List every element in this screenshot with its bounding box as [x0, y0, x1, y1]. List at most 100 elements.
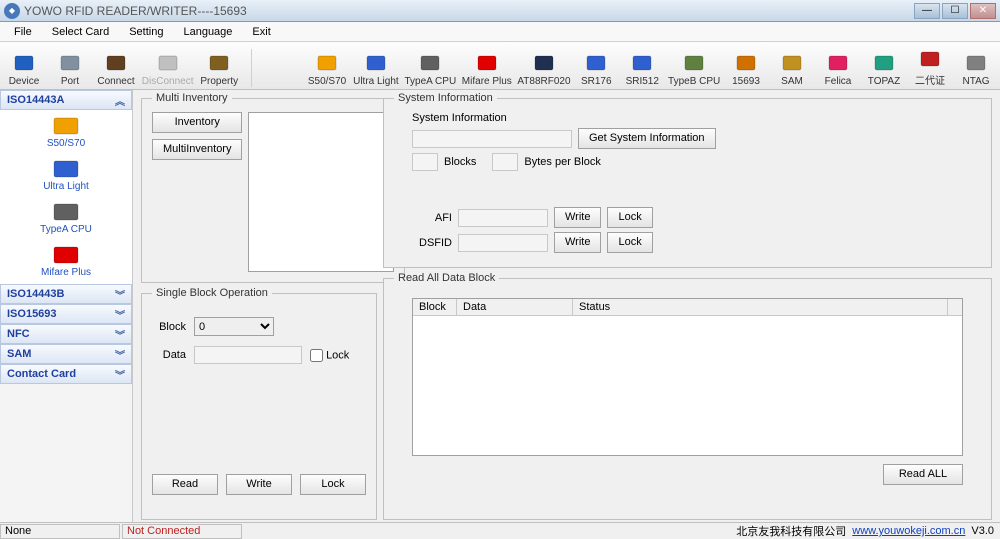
sidebar-body-iso14443a: S50/S70 Ultra Light TypeA CPU Mifare Plus: [0, 110, 132, 284]
tool-card-sam-label: SAM: [781, 76, 803, 87]
card-label: S50/S70: [47, 138, 85, 149]
tool-card--[interactable]: 二代证: [912, 49, 948, 87]
tool-card-typea-cpu[interactable]: TypeA CPU: [407, 53, 454, 87]
menu-exit[interactable]: Exit: [242, 24, 280, 40]
th-status: Status: [573, 299, 948, 315]
tool-connect-label: Connect: [97, 76, 134, 87]
block-select[interactable]: 0: [194, 317, 274, 336]
sidebar-section-title: Contact Card: [7, 368, 76, 380]
status-url[interactable]: www.youwokeji.com.cn: [852, 525, 965, 537]
tool-card-at88rf020[interactable]: AT88RF020: [520, 53, 569, 87]
minimize-button[interactable]: —: [914, 3, 940, 19]
single-block-legend: Single Block Operation: [152, 287, 272, 299]
toolbar: Device Port Connect DisConnect Property S50/S…: [0, 42, 1000, 90]
tool-card-felica[interactable]: Felica: [820, 53, 856, 87]
dsfid-write-button[interactable]: Write: [554, 232, 601, 253]
sidebar-section-iso14443a[interactable]: ISO14443A ︽: [0, 90, 132, 110]
tool-card-s50-s70-label: S50/S70: [308, 76, 346, 87]
afi-input[interactable]: [458, 209, 548, 227]
tool-card-sri512[interactable]: SRI512: [624, 53, 660, 87]
read-all-button[interactable]: Read ALL: [883, 464, 963, 485]
menu-setting[interactable]: Setting: [119, 24, 173, 40]
app-icon: ◆: [4, 3, 20, 19]
status-connection: Not Connected: [122, 524, 242, 539]
menu-file[interactable]: File: [4, 24, 42, 40]
sysinfo-label: System Information: [412, 112, 981, 124]
dsfid-lock-button[interactable]: Lock: [607, 232, 652, 253]
get-sysinfo-button[interactable]: Get System Information: [578, 128, 716, 149]
sidebar-section-contact card[interactable]: Contact Card︾: [0, 364, 132, 384]
sb-read-button[interactable]: Read: [152, 474, 218, 495]
system-info-group: System Information System Information Ge…: [383, 92, 992, 268]
tool-card-s50-s70[interactable]: S50/S70: [309, 53, 345, 87]
tool-card-ultra-light-label: Ultra Light: [353, 76, 399, 87]
tool-property-icon: [207, 53, 231, 75]
sidebar-section-title: ISO14443A: [7, 94, 64, 106]
lock-checkbox[interactable]: [310, 349, 323, 362]
inventory-button[interactable]: Inventory: [152, 112, 242, 133]
tool-card-sam[interactable]: SAM: [774, 53, 810, 87]
window-controls: — ☐ ✕: [912, 3, 996, 19]
sysinfo-field: [412, 130, 572, 148]
sidebar-section-title: ISO15693: [7, 308, 57, 320]
data-input[interactable]: [194, 346, 302, 364]
tool-card-ntag[interactable]: NTAG: [958, 53, 994, 87]
th-data: Data: [457, 299, 573, 315]
tool-card-topaz[interactable]: TOPAZ: [866, 53, 902, 87]
chevron-icon: ︾: [115, 287, 125, 302]
sidebar-section-iso14443b[interactable]: ISO14443B︾: [0, 284, 132, 304]
status-company: 北京友我科技有限公司: [736, 523, 846, 539]
tool-device[interactable]: Device: [6, 53, 42, 87]
sidebar-section-nfc[interactable]: NFC︾: [0, 324, 132, 344]
sidebar-item-s50-s70[interactable]: S50/S70: [0, 114, 132, 151]
table-header: Block Data Status: [413, 299, 962, 316]
menu-language[interactable]: Language: [173, 24, 242, 40]
menu-select-card[interactable]: Select Card: [42, 24, 119, 40]
afi-label: AFI: [412, 212, 452, 224]
tool-card-mifare-plus[interactable]: Mifare Plus: [464, 53, 510, 87]
tool-card-ultra-light[interactable]: Ultra Light: [355, 53, 397, 87]
data-block-table[interactable]: Block Data Status: [412, 298, 963, 456]
tool-card-sr176-label: SR176: [581, 76, 612, 87]
card-icon: [52, 116, 80, 136]
tool-port-icon: [58, 53, 82, 75]
sidebar-section-iso15693[interactable]: ISO15693︾: [0, 304, 132, 324]
afi-lock-button[interactable]: Lock: [607, 207, 652, 228]
tool-connect[interactable]: Connect: [98, 53, 134, 87]
chevron-icon: ︽: [115, 93, 125, 108]
sidebar-section-sam[interactable]: SAM︾: [0, 344, 132, 364]
card-icon: [52, 159, 80, 179]
tool-disconnect-label: DisConnect: [142, 76, 194, 87]
card-icon: [52, 202, 80, 222]
tool-card-at88rf020-label: AT88RF020: [517, 76, 570, 87]
system-info-legend: System Information: [394, 92, 497, 104]
tool-disconnect-icon: [156, 53, 180, 75]
tool-connect-icon: [104, 53, 128, 75]
main-panel: Multi Inventory Inventory MultiInventory…: [133, 90, 1000, 522]
tool-device-icon: [12, 53, 36, 75]
tool-card-sr176[interactable]: SR176: [578, 53, 614, 87]
sidebar-item-typea-cpu[interactable]: TypeA CPU: [0, 200, 132, 237]
sidebar-item-ultra-light[interactable]: Ultra Light: [0, 157, 132, 194]
tool-port[interactable]: Port: [52, 53, 88, 87]
multi-inventory-button[interactable]: MultiInventory: [152, 139, 242, 160]
sb-lock-button[interactable]: Lock: [300, 474, 366, 495]
tool-card-felica-label: Felica: [825, 76, 852, 87]
close-button[interactable]: ✕: [970, 3, 996, 19]
tool-card-typeb-cpu[interactable]: TypeB CPU: [670, 53, 718, 87]
sb-write-button[interactable]: Write: [226, 474, 292, 495]
toolbar-separator: [251, 49, 252, 87]
tool-card-15693[interactable]: 15693: [728, 53, 764, 87]
tool-property[interactable]: Property: [201, 53, 237, 87]
dsfid-label: DSFID: [412, 237, 452, 249]
afi-write-button[interactable]: Write: [554, 207, 601, 228]
inventory-listbox[interactable]: [248, 112, 394, 272]
chevron-icon: ︾: [115, 347, 125, 362]
maximize-button[interactable]: ☐: [942, 3, 968, 19]
lock-checkbox-label[interactable]: Lock: [310, 349, 349, 362]
tool-card-15693-icon: [734, 53, 758, 75]
dsfid-input[interactable]: [458, 234, 548, 252]
tool-card-topaz-label: TOPAZ: [868, 76, 900, 87]
card-label: TypeA CPU: [40, 224, 92, 235]
sidebar-item-mifare-plus[interactable]: Mifare Plus: [0, 243, 132, 280]
